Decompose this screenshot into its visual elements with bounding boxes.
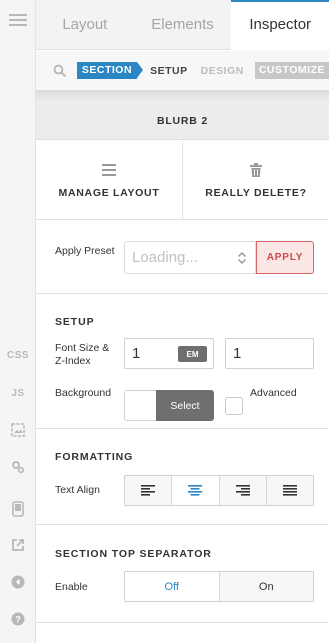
trash-icon [250, 162, 262, 177]
off-label: Off [164, 580, 179, 593]
tab-elements[interactable]: Elements [134, 0, 232, 49]
on-label: On [258, 580, 274, 593]
formatting-section: FORMATTING Text Align [36, 430, 329, 525]
background-select-button[interactable]: Select [156, 390, 214, 421]
enable-on-button[interactable]: On [218, 572, 314, 601]
breadcrumb-design[interactable]: DESIGN [201, 65, 244, 77]
left-rail: CSS JS ? [0, 0, 36, 643]
font-size-label: Font Size & Z-Index [55, 342, 110, 367]
z-index-value: 1 [233, 345, 242, 362]
font-size-input[interactable]: 1 EM [124, 338, 214, 369]
advanced-checkbox[interactable] [225, 397, 243, 415]
image-icon[interactable] [0, 418, 36, 442]
setup-section: SETUP Font Size & Z-Index 1 EM 1 Backgro… [36, 295, 329, 429]
breadcrumb-customize[interactable]: CUSTOMIZE [254, 62, 329, 79]
align-center-icon [188, 485, 203, 496]
apply-button[interactable]: APPLY [256, 241, 314, 274]
align-justify-icon [282, 485, 297, 496]
setup-title: SETUP [55, 316, 95, 328]
settings-icon[interactable] [0, 455, 36, 479]
preset-select-value: Loading... [132, 249, 198, 266]
svg-text:?: ? [15, 615, 21, 625]
search-icon[interactable] [53, 64, 67, 78]
hamburger-icon [102, 163, 116, 176]
tab-inspector[interactable]: Inspector [231, 0, 329, 50]
align-justify-button[interactable] [265, 476, 313, 505]
really-delete-label: REALLY DELETE? [205, 186, 307, 199]
back-icon[interactable] [0, 570, 36, 594]
manage-layout-button[interactable]: MANAGE LAYOUT [36, 141, 182, 219]
really-delete-button[interactable]: REALLY DELETE? [182, 141, 329, 219]
js-label: JS [11, 387, 25, 399]
align-left-button[interactable] [125, 476, 171, 505]
manage-layout-label: MANAGE LAYOUT [58, 186, 160, 199]
help-icon[interactable]: ? [0, 607, 36, 631]
enable-off-button[interactable]: Off [125, 572, 219, 601]
enable-toggle: Off On [124, 571, 314, 602]
mobile-preview-icon[interactable] [0, 497, 36, 521]
text-align-control [124, 475, 314, 506]
separator-title: SECTION TOP SEPARATOR [55, 548, 212, 560]
menu-icon[interactable] [0, 8, 36, 32]
background-label: Background [55, 387, 112, 399]
z-index-input[interactable]: 1 [225, 338, 314, 369]
breadcrumb: SECTION SETUP DESIGN CUSTOMIZE [36, 51, 329, 90]
text-align-label: Text Align [55, 484, 100, 496]
align-center-button[interactable] [171, 476, 219, 505]
formatting-title: FORMATTING [55, 451, 134, 463]
inspector-panel: Layout Elements Inspector SECTION SETUP … [36, 0, 329, 643]
align-right-button[interactable] [218, 476, 266, 505]
enable-label: Enable [55, 581, 88, 593]
element-title: BLURB 2 [36, 102, 329, 140]
breadcrumb-section[interactable]: SECTION [76, 62, 144, 79]
preset-section: Apply Preset Loading... APPLY [36, 221, 329, 294]
background-color-swatch[interactable] [124, 390, 157, 421]
css-button[interactable]: CSS [0, 343, 36, 367]
preset-select[interactable]: Loading... [124, 241, 256, 274]
separator-section: SECTION TOP SEPARATOR Enable Off On [36, 526, 329, 623]
tab-layout[interactable]: Layout [36, 0, 134, 49]
element-actions: MANAGE LAYOUT REALLY DELETE? [36, 141, 329, 220]
align-right-icon [235, 485, 250, 496]
divider [36, 90, 329, 102]
js-button[interactable]: JS [0, 381, 36, 405]
panel-tabs: Layout Elements Inspector [36, 0, 329, 50]
font-size-value: 1 [132, 345, 141, 362]
css-label: CSS [6, 349, 30, 361]
align-left-icon [141, 485, 156, 496]
select-arrows-icon [237, 251, 247, 265]
breadcrumb-setup[interactable]: SETUP [150, 65, 188, 77]
external-link-icon[interactable] [0, 533, 36, 557]
apply-preset-label: Apply Preset [55, 245, 115, 257]
advanced-label: Advanced [250, 387, 297, 399]
font-unit-toggle[interactable]: EM [178, 346, 207, 362]
